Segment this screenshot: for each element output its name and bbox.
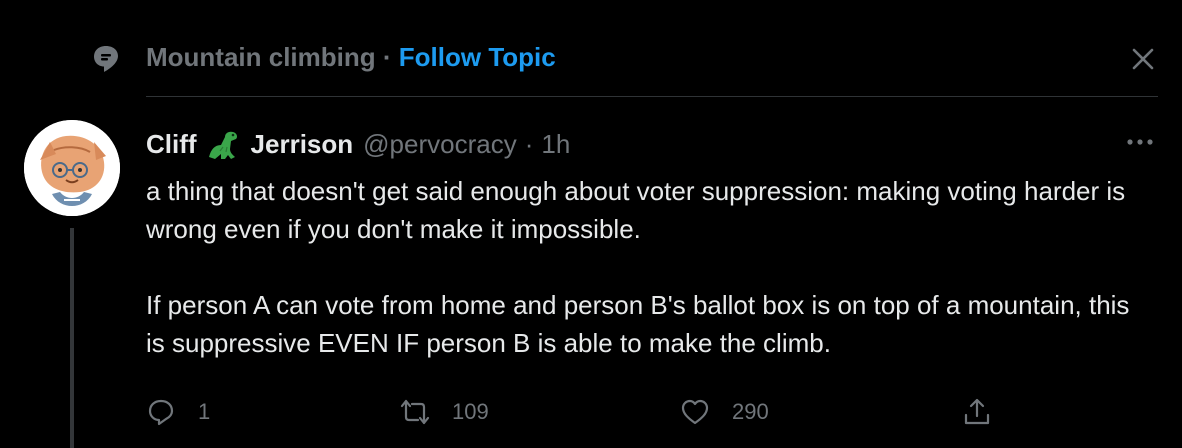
topic-separator: · xyxy=(382,42,392,72)
reply-button[interactable]: 1 xyxy=(146,392,210,432)
topic-name[interactable]: Mountain climbing xyxy=(146,42,376,72)
tweet-paragraph-1: a thing that doesn't get said enough abo… xyxy=(146,176,1126,244)
retweet-count: 109 xyxy=(452,399,489,424)
more-icon[interactable] xyxy=(1122,130,1158,154)
follow-topic-button[interactable]: Follow Topic xyxy=(399,42,556,72)
tweet-actions: 1 109 290 xyxy=(146,392,1006,432)
divider xyxy=(146,96,1158,97)
tweet-paragraph-2: If person A can vote from home and perso… xyxy=(146,290,1130,358)
topic-row: Mountain climbing · Follow Topic xyxy=(0,0,1182,96)
like-count: 290 xyxy=(732,399,769,424)
avatar[interactable] xyxy=(24,120,120,216)
tweet-header: Cliff Jerrison @pervocracy · 1h xyxy=(146,126,570,162)
tweet-timestamp[interactable]: 1h xyxy=(541,129,570,160)
like-button[interactable]: 290 xyxy=(680,392,769,432)
author-handle[interactable]: @pervocracy xyxy=(363,129,517,160)
dinosaur-emoji xyxy=(205,127,243,161)
retweet-icon xyxy=(400,399,430,425)
thread-line xyxy=(70,228,74,448)
reply-icon xyxy=(148,399,174,426)
tweet-text: a thing that doesn't get said enough abo… xyxy=(146,172,1146,362)
share-icon xyxy=(964,398,990,425)
close-icon[interactable] xyxy=(1128,44,1158,74)
retweet-button[interactable]: 109 xyxy=(400,392,489,432)
author-last-name[interactable]: Jerrison xyxy=(251,129,354,160)
share-button[interactable] xyxy=(962,392,992,432)
topic-icon xyxy=(92,44,120,74)
author-first-name[interactable]: Cliff xyxy=(146,129,197,160)
topic-label: Mountain climbing · Follow Topic xyxy=(146,42,556,74)
reply-count: 1 xyxy=(198,399,211,424)
like-icon xyxy=(681,399,709,425)
header-separator: · xyxy=(524,128,534,159)
